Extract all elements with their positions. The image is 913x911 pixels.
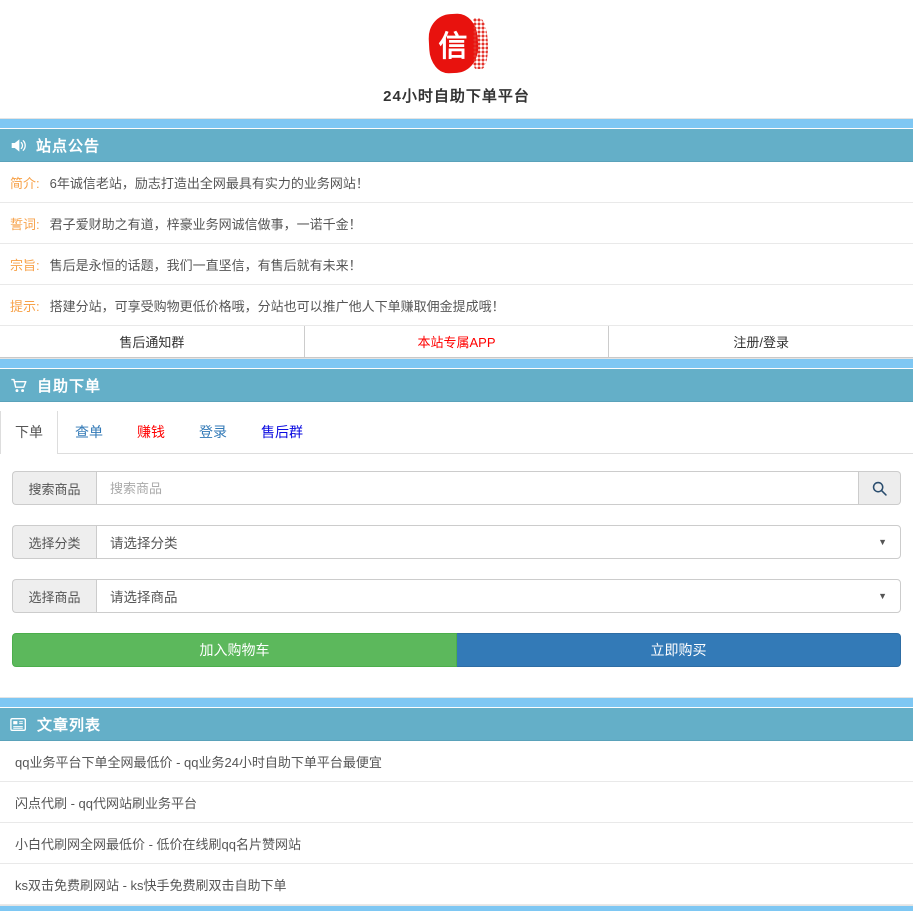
search-label: 搜索商品 — [12, 471, 96, 505]
site-header: 信 24小时自助下单平台 — [0, 0, 913, 118]
site-app-link[interactable]: 本站专属APP — [304, 326, 609, 357]
next-section-strip — [0, 905, 913, 911]
search-group: 搜索商品 — [12, 471, 901, 505]
category-group: 选择分类 请选择分类 ▼ — [12, 525, 901, 559]
announcement-label: 提示: — [10, 296, 40, 315]
article-link[interactable]: ks双击免费刷网站 - ks快手免费刷双击自助下单 — [0, 864, 913, 905]
announcement-text: 君子爱财助之有道，梓豪业务网诚信做事，一诺千金！ — [50, 214, 362, 233]
announcement-row: 提示: 搭建分站，可享受购物更低价格哦，分站也可以推广他人下单赚取佣金提成哦！ — [0, 285, 913, 326]
search-button[interactable] — [859, 471, 901, 505]
logo-character: 信 — [429, 14, 478, 73]
announcement-row: 简介: 6年诚信老站，励志打造出全网最具有实力的业务网站！ — [0, 162, 913, 203]
article-link[interactable]: 闪点代刷 - qq代网站刷业务平台 — [0, 782, 913, 823]
article-link[interactable]: 小白代刷网全网最低价 - 低价在线刷qq名片赞网站 — [0, 823, 913, 864]
category-select[interactable]: 请选择分类 ▼ — [96, 525, 901, 559]
tab-earn-money[interactable]: 赚钱 — [120, 411, 182, 453]
product-group: 选择商品 请选择商品 ▼ — [12, 579, 901, 613]
announcement-header-bar: 站点公告 — [0, 129, 913, 162]
article-link[interactable]: qq业务平台下单全网最低价 - qq业务24小时自助下单平台最便宜 — [0, 741, 913, 782]
register-login-link[interactable]: 注册/登录 — [608, 326, 913, 357]
announcement-text: 搭建分站，可享受购物更低价格哦，分站也可以推广他人下单赚取佣金提成哦！ — [50, 296, 505, 315]
order-header-title: 自助下单 — [37, 375, 101, 396]
search-input[interactable] — [96, 471, 859, 505]
announcement-label: 誓词: — [10, 214, 40, 233]
chevron-down-icon: ▼ — [878, 537, 887, 547]
chevron-down-icon: ▼ — [878, 591, 887, 601]
order-header-bar: 自助下单 — [0, 369, 913, 402]
add-to-cart-button[interactable]: 加入购物车 — [12, 633, 457, 667]
speaker-icon — [10, 137, 27, 154]
newspaper-icon — [10, 717, 28, 732]
announcement-row: 誓词: 君子爱财助之有道，梓豪业务网诚信做事，一诺千金！ — [0, 203, 913, 244]
category-label: 选择分类 — [12, 525, 96, 559]
tab-place-order[interactable]: 下单 — [0, 411, 58, 454]
product-select[interactable]: 请选择商品 ▼ — [96, 579, 901, 613]
tab-aftersale-group[interactable]: 售后群 — [244, 411, 320, 453]
order-tabs: 下单 查单 赚钱 登录 售后群 — [0, 411, 913, 454]
tab-login[interactable]: 登录 — [182, 411, 244, 453]
cart-icon — [10, 377, 28, 394]
section-top-strip — [0, 697, 913, 708]
aftersale-group-link[interactable]: 售后通知群 — [0, 326, 304, 357]
quick-links-row: 售后通知群 本站专属APP 注册/登录 — [0, 326, 913, 358]
search-icon — [871, 480, 888, 497]
category-select-value: 请选择分类 — [110, 532, 178, 552]
announcement-row: 宗旨: 售后是永恒的话题，我们一直坚信，有售后就有未来！ — [0, 244, 913, 285]
announcement-text: 6年诚信老站，励志打造出全网最具有实力的业务网站！ — [50, 173, 369, 192]
articles-section: 文章列表 qq业务平台下单全网最低价 - qq业务24小时自助下单平台最便宜 闪… — [0, 697, 913, 905]
section-top-strip — [0, 358, 913, 369]
product-select-value: 请选择商品 — [110, 586, 178, 606]
announcement-section: 站点公告 简介: 6年诚信老站，励志打造出全网最具有实力的业务网站！ 誓词: 君… — [0, 118, 913, 358]
section-top-strip — [0, 118, 913, 129]
announcement-label: 宗旨: — [10, 255, 40, 274]
site-logo: 信 — [422, 13, 492, 76]
order-section: 自助下单 下单 查单 赚钱 登录 售后群 搜索商品 选择分类 请选择分类 ▼ — [0, 358, 913, 697]
tab-check-order[interactable]: 查单 — [58, 411, 120, 453]
announcement-label: 简介: — [10, 173, 40, 192]
articles-header-title: 文章列表 — [37, 714, 101, 735]
product-label: 选择商品 — [12, 579, 96, 613]
announcement-header-title: 站点公告 — [36, 135, 100, 156]
buy-now-button[interactable]: 立即购买 — [457, 633, 901, 667]
site-title: 24小时自助下单平台 — [0, 85, 913, 106]
order-form: 搜索商品 选择分类 请选择分类 ▼ 选择商品 请选择商品 ▼ — [0, 471, 913, 697]
announcement-text: 售后是永恒的话题，我们一直坚信，有售后就有未来！ — [50, 255, 362, 274]
articles-header-bar: 文章列表 — [0, 708, 913, 741]
action-buttons: 加入购物车 立即购买 — [12, 633, 901, 667]
